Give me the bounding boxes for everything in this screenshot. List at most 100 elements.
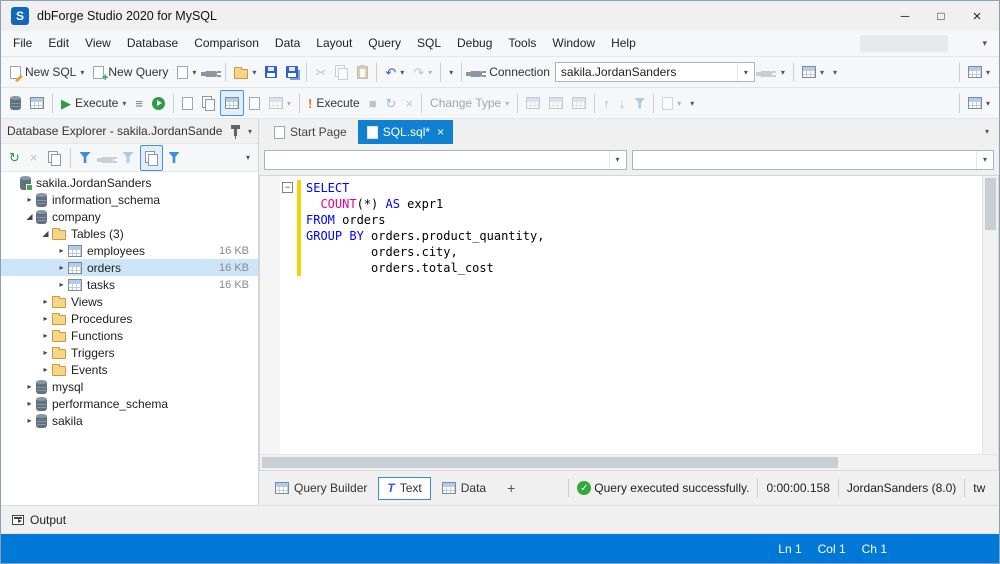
tree-item-sakila-jordansanders[interactable]: sakila.JordanSanders xyxy=(1,174,258,191)
maximize-button[interactable]: □ xyxy=(923,3,959,29)
expander-collapsed-icon[interactable]: ▸ xyxy=(39,314,52,323)
tree-item-tasks[interactable]: ▸ tasks 16 KB xyxy=(1,276,258,293)
execution-plan-button[interactable]: ≡ xyxy=(131,91,147,115)
code-line-5[interactable]: orders.city, xyxy=(306,244,982,260)
menu-sql[interactable]: SQL xyxy=(409,33,449,54)
code-line-1[interactable]: SELECT xyxy=(306,180,982,196)
chevron-down-icon[interactable]: ▾ xyxy=(976,150,993,169)
tree-item-sakila[interactable]: ▸ sakila xyxy=(1,412,258,429)
tree-item-views[interactable]: ▸ Views xyxy=(1,293,258,310)
data-tab[interactable]: Data xyxy=(434,477,494,500)
open-file-button[interactable]: ▾ xyxy=(230,60,260,84)
tab-sql-document[interactable]: SQL.sql* × xyxy=(357,120,454,144)
chevron-down-icon[interactable]: ▾ xyxy=(400,68,404,77)
expander-collapsed-icon[interactable]: ▸ xyxy=(23,399,36,408)
query-builder-tab[interactable]: Query Builder xyxy=(267,477,375,500)
menu-overflow-icon[interactable]: ▾ xyxy=(982,38,987,49)
add-view-button[interactable]: + xyxy=(497,477,525,500)
duplicate-object-button[interactable] xyxy=(44,146,65,170)
connection-combo[interactable]: sakila.JordanSanders ▾ xyxy=(554,62,755,82)
object-combo[interactable]: ▾ xyxy=(631,149,994,170)
save-button[interactable] xyxy=(261,60,281,84)
tree-item-functions[interactable]: ▸ Functions xyxy=(1,327,258,344)
expander-collapsed-icon[interactable]: ▸ xyxy=(55,263,68,272)
pin-icon[interactable] xyxy=(230,124,240,139)
change-type-dropdown[interactable]: Change Type ▾ xyxy=(426,91,513,115)
expander-collapsed-icon[interactable]: ▸ xyxy=(23,416,36,425)
menu-layout[interactable]: Layout xyxy=(308,33,360,54)
menu-help[interactable]: Help xyxy=(603,33,644,54)
table-tools-button[interactable]: ▾ xyxy=(798,60,828,84)
refresh-button[interactable]: ↻ xyxy=(382,91,401,115)
filter-add-button[interactable] xyxy=(76,146,95,170)
code-line-4[interactable]: GROUP BY orders.product_quantity, xyxy=(306,228,982,244)
filter-button[interactable] xyxy=(630,91,649,115)
explorer-overflow-button[interactable]: ▾ xyxy=(242,146,254,170)
editor-body[interactable]: − SELECT COUNT(*) AS expr1 FROM orders GRO… xyxy=(260,176,998,454)
menu-tools[interactable]: Tools xyxy=(500,33,544,54)
menu-file[interactable]: File xyxy=(5,33,40,54)
paste-button[interactable] xyxy=(353,60,372,84)
copy-button[interactable] xyxy=(331,60,352,84)
tree-item-triggers[interactable]: ▸ Triggers xyxy=(1,344,258,361)
new-query-button[interactable]: New Query xyxy=(89,60,172,84)
undo-button[interactable]: ↶ ▾ xyxy=(381,60,408,84)
tree-item-employees[interactable]: ▸ employees 16 KB xyxy=(1,242,258,259)
tree-item-procedures[interactable]: ▸ Procedures xyxy=(1,310,258,327)
delete-row-button[interactable] xyxy=(568,91,590,115)
expander-collapsed-icon[interactable]: ▸ xyxy=(55,280,68,289)
stop-button[interactable]: ■ xyxy=(365,91,381,115)
horizontal-scrollbar-thumb[interactable] xyxy=(262,457,838,468)
code-line-2[interactable]: COUNT(*) AS expr1 xyxy=(306,196,982,212)
menu-edit[interactable]: Edit xyxy=(40,33,77,54)
edit-connection-button[interactable] xyxy=(755,60,776,84)
expander-collapsed-icon[interactable]: ▸ xyxy=(39,297,52,306)
minimize-button[interactable]: ─ xyxy=(887,3,923,29)
vertical-scrollbar-thumb[interactable] xyxy=(985,178,996,230)
table-script-button[interactable] xyxy=(26,91,48,115)
chevron-down-icon[interactable]: ▾ xyxy=(820,68,824,77)
sort-descending-button[interactable]: ↓ xyxy=(615,91,630,115)
sql-editor-view-button[interactable] xyxy=(178,91,197,115)
tree-item-orders[interactable]: ▸ orders 16 KB xyxy=(1,259,258,276)
menu-debug[interactable]: Debug xyxy=(449,33,500,54)
pin-results-button[interactable] xyxy=(245,91,264,115)
connection-filter-button[interactable] xyxy=(96,146,117,170)
fold-collapse-icon[interactable]: − xyxy=(282,182,293,193)
execute-statement-button[interactable]: ! Execute xyxy=(304,91,364,115)
chevron-down-icon[interactable]: ▾ xyxy=(122,99,126,108)
data-overflow-button[interactable]: ▾ xyxy=(686,91,698,115)
new-connection-button[interactable] xyxy=(201,60,222,84)
refresh-explorer-button[interactable]: ↻ xyxy=(5,146,24,170)
tab-list-icon[interactable]: ▾ xyxy=(985,127,993,136)
expander-collapsed-icon[interactable]: ▸ xyxy=(23,382,36,391)
connection-overflow-button[interactable]: ▾ xyxy=(777,60,789,84)
tree-item-tables-3[interactable]: ◢ Tables (3) xyxy=(1,225,258,242)
edit-row-button[interactable] xyxy=(545,91,567,115)
code-line-3[interactable]: FROM orders xyxy=(306,212,982,228)
cut-button[interactable]: ✂ xyxy=(311,60,330,84)
continue-button[interactable] xyxy=(148,91,169,115)
execute-button[interactable]: ▶ Execute ▾ xyxy=(57,91,130,115)
data-view-button[interactable]: ▾ xyxy=(964,60,994,84)
expander-collapsed-icon[interactable]: ▸ xyxy=(39,331,52,340)
chevron-down-icon[interactable]: ▾ xyxy=(252,68,256,77)
results-layout-button[interactable] xyxy=(198,91,219,115)
expander-expanded-icon[interactable]: ◢ xyxy=(23,212,36,221)
chevron-down-icon[interactable]: ▾ xyxy=(505,99,509,108)
new-document-button[interactable]: ▾ xyxy=(173,60,200,84)
expander-collapsed-icon[interactable]: ▸ xyxy=(55,246,68,255)
grid-view-button[interactable]: ▾ xyxy=(964,91,994,115)
show-objects-toggle[interactable] xyxy=(139,144,163,171)
export-button[interactable]: ▾ xyxy=(658,91,685,115)
chevron-down-icon[interactable]: ▾ xyxy=(428,68,432,77)
expander-expanded-icon[interactable]: ◢ xyxy=(39,229,52,238)
code-area[interactable]: SELECT COUNT(*) AS expr1 FROM orders GROUP… xyxy=(306,180,982,454)
chevron-down-icon[interactable]: ▾ xyxy=(986,68,990,77)
chevron-down-icon[interactable]: ▾ xyxy=(192,68,196,77)
expander-collapsed-icon[interactable]: ▸ xyxy=(23,195,36,204)
menu-query[interactable]: Query xyxy=(360,33,409,54)
expander-collapsed-icon[interactable]: ▸ xyxy=(39,365,52,374)
tree-item-events[interactable]: ▸ Events xyxy=(1,361,258,378)
close-tab-icon[interactable]: × xyxy=(437,125,444,139)
